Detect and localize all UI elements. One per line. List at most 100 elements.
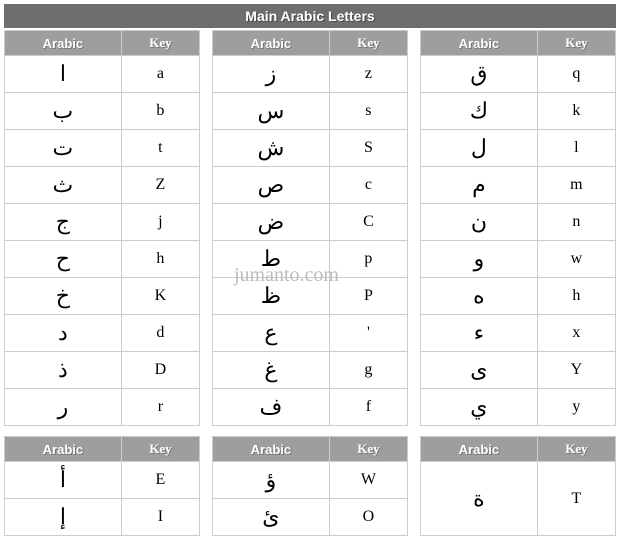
header-key: Key (121, 31, 199, 56)
arabic-letter: غ (213, 352, 330, 389)
key-value: s (329, 93, 407, 130)
arabic-letter: ض (213, 204, 330, 241)
table-row: يy (421, 389, 616, 426)
table-row: مm (421, 167, 616, 204)
table-row: ؤW (213, 462, 408, 499)
letter-table-main-1: ArabicKeyزzسsشSصcضCطpظPع'غgفf (212, 30, 408, 426)
key-value: S (329, 130, 407, 167)
arabic-letter: ظ (213, 278, 330, 315)
table-row: ئO (213, 499, 408, 536)
key-value: I (121, 499, 199, 536)
arabic-letter: ص (213, 167, 330, 204)
table-row: دd (5, 315, 200, 352)
key-value: q (537, 56, 615, 93)
arabic-letter: ي (421, 389, 538, 426)
header-arabic: Arabic (421, 31, 538, 56)
table-row: بb (5, 93, 200, 130)
arabic-letter: ة (421, 462, 538, 536)
header-arabic: Arabic (5, 31, 122, 56)
arabic-letter: ش (213, 130, 330, 167)
table-row: ءx (421, 315, 616, 352)
key-value: c (329, 167, 407, 204)
table-row: صc (213, 167, 408, 204)
key-value: Y (537, 352, 615, 389)
table-row: ىY (421, 352, 616, 389)
key-value: W (329, 462, 407, 499)
table-row: حh (5, 241, 200, 278)
table-row: تt (5, 130, 200, 167)
letter-table-main-0: ArabicKeyاaبbتtثZجjحhخKدdذDرr (4, 30, 200, 426)
header-key: Key (537, 31, 615, 56)
table-row: إI (5, 499, 200, 536)
arabic-letter: ث (5, 167, 122, 204)
letter-table-extra-1: ArabicKeyؤWئO (212, 436, 408, 536)
table-row: خK (5, 278, 200, 315)
arabic-letter: أ (5, 462, 122, 499)
main-tables-row: ArabicKeyاaبbتtثZجjحhخKدdذDرrArabicKeyزz… (4, 30, 616, 426)
header-arabic: Arabic (5, 437, 122, 462)
key-value: b (121, 93, 199, 130)
arabic-letter: ف (213, 389, 330, 426)
header-key: Key (329, 31, 407, 56)
page-wrap: Main Arabic Letters ArabicKeyاaبbتtثZجjح… (4, 4, 616, 536)
key-value: g (329, 352, 407, 389)
arabic-letter: ل (421, 130, 538, 167)
table-row: لl (421, 130, 616, 167)
header-key: Key (537, 437, 615, 462)
table-row: ضC (213, 204, 408, 241)
header-arabic: Arabic (213, 437, 330, 462)
key-value: d (121, 315, 199, 352)
table-row: نn (421, 204, 616, 241)
arabic-letter: ا (5, 56, 122, 93)
arabic-letter: س (213, 93, 330, 130)
key-value: p (329, 241, 407, 278)
table-row: قq (421, 56, 616, 93)
header-key: Key (121, 437, 199, 462)
table-row: زz (213, 56, 408, 93)
table-row: رr (5, 389, 200, 426)
arabic-letter: ج (5, 204, 122, 241)
arabic-letter: إ (5, 499, 122, 536)
arabic-letter: ز (213, 56, 330, 93)
table-row: سs (213, 93, 408, 130)
arabic-letter: ع (213, 315, 330, 352)
arabic-letter: ب (5, 93, 122, 130)
key-value: y (537, 389, 615, 426)
table-row: جj (5, 204, 200, 241)
key-value: x (537, 315, 615, 352)
table-row: هh (421, 278, 616, 315)
arabic-letter: ؤ (213, 462, 330, 499)
arabic-letter: ر (5, 389, 122, 426)
extra-tables-row: ArabicKeyأEإIArabicKeyؤWئOArabicKeyةT (4, 436, 616, 536)
arabic-letter: ط (213, 241, 330, 278)
key-value: h (537, 278, 615, 315)
table-row: ع' (213, 315, 408, 352)
arabic-letter: ى (421, 352, 538, 389)
key-value: n (537, 204, 615, 241)
header-arabic: Arabic (421, 437, 538, 462)
table-row: طp (213, 241, 408, 278)
key-value: O (329, 499, 407, 536)
header-key: Key (329, 437, 407, 462)
arabic-letter: ن (421, 204, 538, 241)
key-value: t (121, 130, 199, 167)
key-value: ' (329, 315, 407, 352)
key-value: r (121, 389, 199, 426)
arabic-letter: ق (421, 56, 538, 93)
key-value: Z (121, 167, 199, 204)
key-value: E (121, 462, 199, 499)
key-value: k (537, 93, 615, 130)
table-row: ذD (5, 352, 200, 389)
key-value: K (121, 278, 199, 315)
arabic-letter: ء (421, 315, 538, 352)
letter-table-main-2: ArabicKeyقqكkلlمmنnوwهhءxىYيy (420, 30, 616, 426)
arabic-letter: ذ (5, 352, 122, 389)
table-row: فf (213, 389, 408, 426)
table-row: ظP (213, 278, 408, 315)
key-value: C (329, 204, 407, 241)
key-value: m (537, 167, 615, 204)
arabic-letter: ح (5, 241, 122, 278)
key-value: f (329, 389, 407, 426)
table-row: كk (421, 93, 616, 130)
key-value: l (537, 130, 615, 167)
